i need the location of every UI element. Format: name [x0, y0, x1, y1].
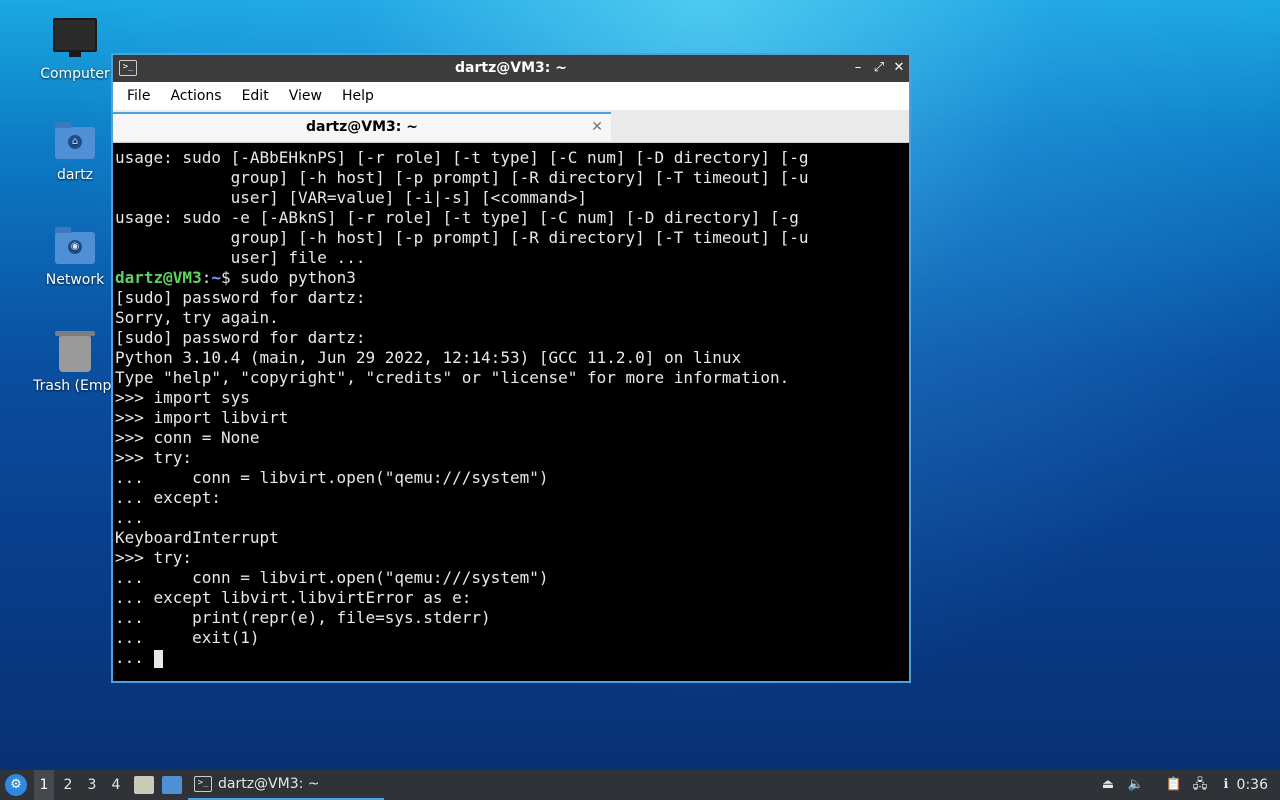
terminal-line: Python 3.10.4 (main, Jun 29 2022, 12:14:… — [115, 348, 742, 367]
task-label: dartz@VM3: ~ — [218, 776, 320, 792]
terminal-line: >>> try: — [115, 448, 193, 467]
show-desktop-icon[interactable] — [162, 776, 182, 794]
terminal-line: >>> try: — [115, 548, 193, 567]
terminal-line: KeyboardInterrupt — [115, 528, 279, 547]
workspace-2[interactable]: 2 — [58, 770, 78, 800]
terminal-window: >_ dartz@VM3: ~ – ⤢ ✕ File Actions Edit … — [111, 53, 911, 683]
eject-icon[interactable]: ⏏ — [1098, 775, 1118, 795]
home-folder-icon: ⌂ — [55, 122, 95, 159]
desktop-icon-label: Computer — [40, 66, 110, 82]
terminal-line: group] [-h host] [-p prompt] [-R directo… — [115, 168, 809, 187]
terminal-line: usage: sudo -e [-ABknS] [-r role] [-t ty… — [115, 208, 799, 227]
terminal-line: ... — [115, 508, 144, 527]
workspace-4[interactable]: 4 — [106, 770, 126, 800]
terminal-output[interactable]: usage: sudo [-ABbEHknPS] [-r role] [-t t… — [113, 144, 909, 681]
desktop-icon-label: Trash (Empt — [33, 378, 117, 394]
terminal-line: [sudo] password for dartz: — [115, 288, 366, 307]
terminal-line: ... print(repr(e), file=sys.stderr) — [115, 608, 491, 627]
volume-icon[interactable]: 🔈 — [1126, 775, 1146, 795]
window-titlebar[interactable]: >_ dartz@VM3: ~ – ⤢ ✕ — [113, 55, 909, 82]
tab-terminal[interactable]: dartz@VM3: ~ ✕ — [113, 112, 611, 141]
terminal-icon: >_ — [194, 776, 212, 792]
network-folder-icon: ◉ — [55, 227, 95, 264]
desktop-icon-home[interactable]: ⌂ dartz — [25, 122, 125, 183]
workspace-3[interactable]: 3 — [82, 770, 102, 800]
prompt-line: dartz@VM3:~$ sudo python3 — [115, 268, 909, 288]
terminal-line: user] [VAR=value] [-i|-s] [<command>] — [115, 188, 588, 207]
clock[interactable]: 0:36 — [1237, 770, 1268, 800]
desktop-icon-network[interactable]: ◉ Network — [25, 227, 125, 288]
prompt-sep: : — [201, 268, 212, 287]
prompt-path: ~ — [211, 268, 221, 287]
menubar: File Actions Edit View Help — [113, 82, 909, 110]
terminal-line: ... exit(1) — [115, 628, 260, 647]
tab-label: dartz@VM3: ~ — [306, 119, 418, 135]
desktop-icon-trash[interactable]: Trash (Empt — [25, 331, 125, 394]
terminal-line: [sudo] password for dartz: — [115, 328, 366, 347]
maximize-button[interactable]: ⤢ — [870, 59, 888, 77]
terminal-line: >>> import sys — [115, 388, 250, 407]
desktop-icon-computer[interactable]: Computer — [25, 18, 125, 82]
menu-help[interactable]: Help — [332, 88, 384, 104]
terminal-line: usage: sudo [-ABbEHknPS] [-r role] [-t t… — [115, 148, 809, 167]
clipboard-icon[interactable]: 📋 — [1164, 775, 1184, 795]
terminal-line: ... except libvirt.libvirtError as e: — [115, 588, 472, 607]
text-cursor — [153, 649, 163, 668]
menu-actions[interactable]: Actions — [160, 88, 231, 104]
network-icon[interactable]: 🖧 — [1190, 775, 1210, 795]
minimize-button[interactable]: – — [849, 59, 867, 77]
terminal-line: ... except: — [115, 488, 221, 507]
terminal-line: group] [-h host] [-p prompt] [-R directo… — [115, 228, 809, 247]
terminal-line: ... conn = libvirt.open("qemu:///system"… — [115, 468, 549, 487]
prompt-user-host: dartz@VM3 — [115, 268, 202, 287]
terminal-line: >>> conn = None — [115, 428, 260, 447]
continuation-prompt: ... — [115, 648, 154, 667]
menu-edit[interactable]: Edit — [232, 88, 279, 104]
taskbar: ⚙ 1 2 3 4 >_ dartz@VM3: ~ ⏏ 🔈 📋 🖧 ℹ 0:36 — [0, 770, 1280, 800]
desktop-icon-label: Network — [45, 272, 105, 288]
close-button[interactable]: ✕ — [890, 59, 908, 77]
desktop-icon-label: dartz — [56, 167, 94, 183]
window-title: dartz@VM3: ~ — [455, 60, 567, 76]
prompt-command: $ sudo python3 — [220, 268, 356, 287]
trash-icon — [55, 331, 95, 372]
terminal-line: ... conn = libvirt.open("qemu:///system"… — [115, 568, 549, 587]
terminal-line: >>> import libvirt — [115, 408, 289, 427]
tab-close-icon[interactable]: ✕ — [591, 114, 603, 141]
file-manager-launcher-icon[interactable] — [134, 776, 154, 794]
menu-file[interactable]: File — [117, 88, 160, 104]
terminal-line: Sorry, try again. — [115, 308, 279, 327]
terminal-line: user] file ... — [115, 248, 366, 267]
start-menu-icon[interactable]: ⚙ — [5, 774, 27, 796]
menu-view[interactable]: View — [279, 88, 332, 104]
workspace-1[interactable]: 1 — [34, 770, 54, 800]
notification-icon[interactable]: ℹ — [1216, 775, 1236, 795]
terminal-line: Type "help", "copyright", "credits" or "… — [115, 368, 790, 387]
current-input-line: ... — [115, 648, 909, 668]
tab-bar: dartz@VM3: ~ ✕ — [113, 110, 909, 143]
computer-icon — [53, 18, 97, 57]
taskbar-task-terminal[interactable]: >_ dartz@VM3: ~ — [188, 770, 384, 800]
